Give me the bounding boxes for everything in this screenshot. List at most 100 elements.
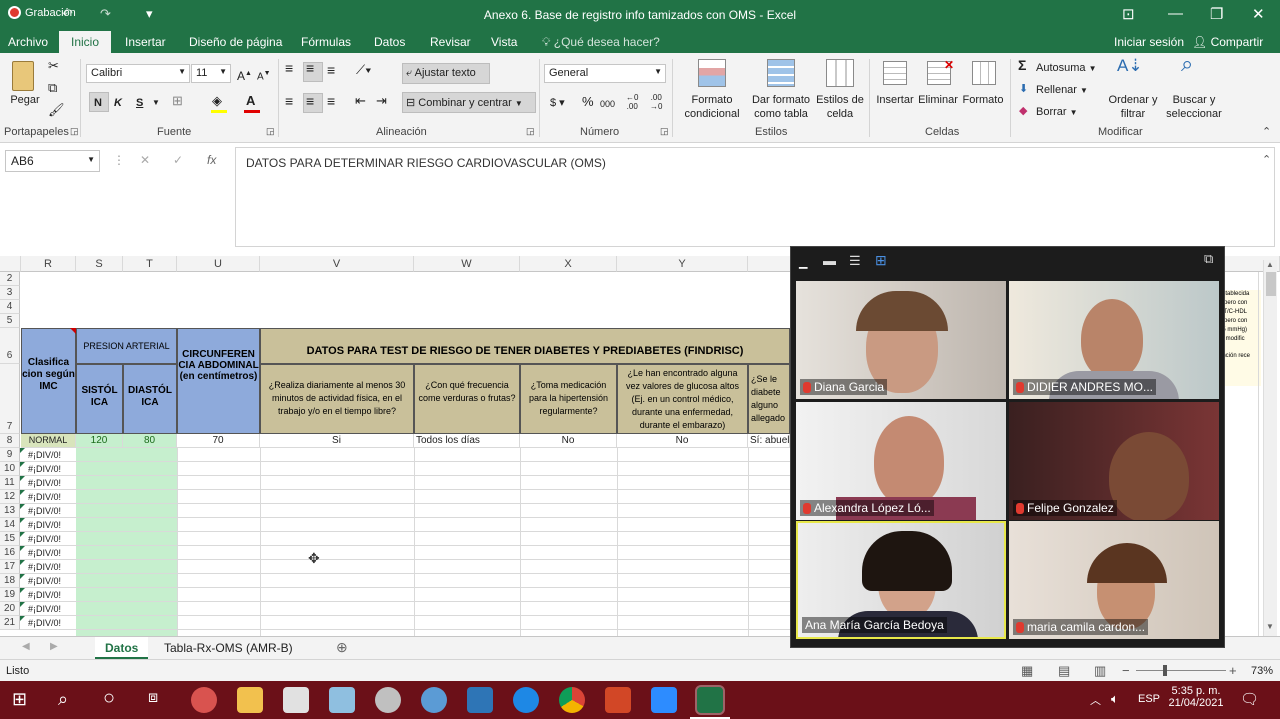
row-header[interactable]: 4 xyxy=(0,300,20,314)
cell-error[interactable]: #¡DIV/0! xyxy=(20,602,75,616)
zoom-in-icon[interactable]: + xyxy=(1229,663,1237,678)
participant-tile-active-speaker[interactable]: Ana María García Bedoya xyxy=(796,521,1006,639)
tab-archivo[interactable]: Archivo xyxy=(8,35,48,49)
row-header[interactable]: 3 xyxy=(0,286,20,300)
cell-error[interactable]: #¡DIV/0! xyxy=(20,574,75,588)
alignment-launcher-icon[interactable]: ◲ xyxy=(526,126,535,137)
name-box[interactable]: AB6 ▼ xyxy=(5,150,100,172)
scroll-thumb[interactable] xyxy=(1266,272,1276,296)
header-imc[interactable]: Clasifica cion según IMC xyxy=(21,328,76,434)
notes-app-icon[interactable] xyxy=(329,687,355,713)
merge-center-button[interactable]: ⊟ Combinar y centrar ▼ xyxy=(406,96,523,111)
delete-cells-button[interactable]: Eliminar xyxy=(916,93,960,107)
header-q-actividad[interactable]: ¿Realiza diariamente al menos 30 minutos… xyxy=(260,364,414,434)
row-header[interactable]: 8 xyxy=(0,434,20,448)
row-header[interactable]: 6 xyxy=(0,328,20,364)
cell-error[interactable]: #¡DIV/0! xyxy=(20,560,75,574)
tab-diseno-pagina[interactable]: Diseño de página xyxy=(189,35,282,49)
cut-icon[interactable]: ✂ xyxy=(48,59,59,73)
clear-button[interactable]: Borrar ▼ xyxy=(1036,105,1078,120)
fill-button[interactable]: Rellenar ▼ xyxy=(1036,83,1088,98)
task-view-icon[interactable]: ⧈ xyxy=(148,689,158,707)
row-header[interactable]: 7 xyxy=(0,364,20,434)
globe-app-icon[interactable] xyxy=(421,687,447,713)
zoom-out-icon[interactable]: − xyxy=(1122,663,1130,678)
cell-error[interactable]: #¡DIV/0! xyxy=(20,476,75,490)
cell-error[interactable]: #¡DIV/0! xyxy=(20,448,75,462)
currency-icon[interactable]: $ ▾ xyxy=(550,96,565,110)
align-middle-icon[interactable]: ≡ xyxy=(306,61,314,75)
cell-actividad[interactable]: Si xyxy=(260,434,414,448)
shrink-font-icon[interactable]: A▼ xyxy=(257,67,271,84)
decrease-decimal-icon[interactable]: .00 →0 xyxy=(650,93,662,111)
header-diastolica[interactable]: DIASTÓL ICA xyxy=(123,364,177,434)
participant-tile[interactable]: Diana Garcia xyxy=(796,281,1006,399)
participant-tile[interactable]: Alexandra López Ló... xyxy=(796,402,1006,520)
format-cells-button[interactable]: Formato xyxy=(960,93,1006,107)
cell-sistolica[interactable]: 120 xyxy=(76,434,123,448)
strip-view-icon[interactable]: ☰ xyxy=(849,253,861,269)
header-q-medicacion[interactable]: ¿Toma medicación para la hipertensión re… xyxy=(520,364,617,434)
column-header[interactable]: S xyxy=(76,256,123,272)
tray-chevron-icon[interactable]: ︿ xyxy=(1090,692,1101,708)
align-right-icon[interactable]: ≡ xyxy=(327,94,335,108)
cell-medicacion[interactable]: No xyxy=(520,434,617,448)
decrease-indent-icon[interactable]: ⇤ xyxy=(355,94,366,108)
autosum-button[interactable]: Autosuma ▼ xyxy=(1036,61,1097,76)
cortana-icon[interactable]: ○ xyxy=(103,687,115,710)
find-select-button[interactable]: Buscar y seleccionar xyxy=(1160,93,1228,121)
font-name-select[interactable]: Calibri ▼ xyxy=(86,64,190,83)
row-header[interactable]: 18 xyxy=(0,574,20,588)
cell-error[interactable]: #¡DIV/0! xyxy=(20,490,75,504)
sort-filter-button[interactable]: Ordenar y filtrar xyxy=(1104,93,1162,121)
header-circunferencia[interactable]: CIRCUNFEREN CIA ABDOMINAL (en centímetro… xyxy=(177,328,260,434)
tab-insertar[interactable]: Insertar xyxy=(125,35,166,49)
cell-verduras[interactable]: Todos los días xyxy=(414,434,520,448)
tab-formulas[interactable]: Fórmulas xyxy=(301,35,351,49)
format-as-table-button[interactable]: Dar formato como tabla xyxy=(748,93,814,121)
collapse-formula-icon[interactable]: ⌃ xyxy=(1262,153,1271,166)
insert-cells-button[interactable]: Insertar xyxy=(874,93,916,107)
recorder-app-icon[interactable] xyxy=(191,687,217,713)
row-header[interactable]: 17 xyxy=(0,560,20,574)
cancel-icon[interactable]: ✕ xyxy=(140,153,150,167)
row-header[interactable]: 21 xyxy=(0,616,20,630)
header-q-glucosa[interactable]: ¿Le han encontrado alguna vez valores de… xyxy=(617,364,748,434)
file-explorer-icon[interactable] xyxy=(237,687,263,713)
volume-icon[interactable]: 🔈︎ xyxy=(1111,691,1119,707)
column-header[interactable]: V xyxy=(260,256,414,272)
language-indicator[interactable]: ESP xyxy=(1138,693,1160,705)
row-header[interactable]: 9 xyxy=(0,448,20,462)
header-presion[interactable]: PRESION ARTERIAL xyxy=(76,328,177,364)
header-q-diabetes[interactable]: ¿Se le diabete alguno allegado xyxy=(748,364,790,434)
exit-fullscreen-icon[interactable]: ⧉ xyxy=(1204,251,1213,267)
align-top-icon[interactable]: ≡ xyxy=(285,61,293,75)
grow-font-icon[interactable]: A▲ xyxy=(237,67,252,83)
chevron-down-icon[interactable]: ▼ xyxy=(152,96,160,110)
windows-start-icon[interactable]: ⊞ xyxy=(12,689,27,710)
row-header[interactable]: 2 xyxy=(0,272,20,286)
mail-icon[interactable] xyxy=(467,687,493,713)
speaker-view-icon[interactable]: ▬ xyxy=(823,253,836,268)
paste-icon[interactable] xyxy=(12,61,34,91)
scroll-up-icon[interactable]: ▲ xyxy=(1266,260,1274,269)
row-header[interactable]: 16 xyxy=(0,546,20,560)
zoom-slider-thumb[interactable] xyxy=(1163,665,1167,676)
enter-icon[interactable]: ✓ xyxy=(173,153,183,167)
normal-view-icon[interactable]: ▦ xyxy=(1021,663,1033,679)
column-header[interactable]: R xyxy=(21,256,76,272)
comma-style-icon[interactable]: 000 xyxy=(600,97,615,111)
underline-button[interactable]: S xyxy=(136,96,143,110)
align-left-icon[interactable]: ≡ xyxy=(285,94,293,108)
row-header[interactable]: 11 xyxy=(0,476,20,490)
tab-vista[interactable]: Vista xyxy=(491,35,517,49)
font-launcher-icon[interactable]: ◲ xyxy=(266,126,275,137)
column-header[interactable]: T xyxy=(123,256,177,272)
tell-me-box[interactable]: 💡︎ ¿Qué desea hacer? xyxy=(542,35,660,50)
powerpoint-icon[interactable] xyxy=(605,687,631,713)
add-sheet-icon[interactable]: ⊕ xyxy=(336,639,348,656)
font-size-select[interactable]: 11 ▼ xyxy=(191,64,231,83)
cell-error[interactable]: #¡DIV/0! xyxy=(20,504,75,518)
column-header[interactable]: Y xyxy=(617,256,748,272)
header-q-verduras[interactable]: ¿Con qué frecuencia come verduras o frut… xyxy=(414,364,520,434)
